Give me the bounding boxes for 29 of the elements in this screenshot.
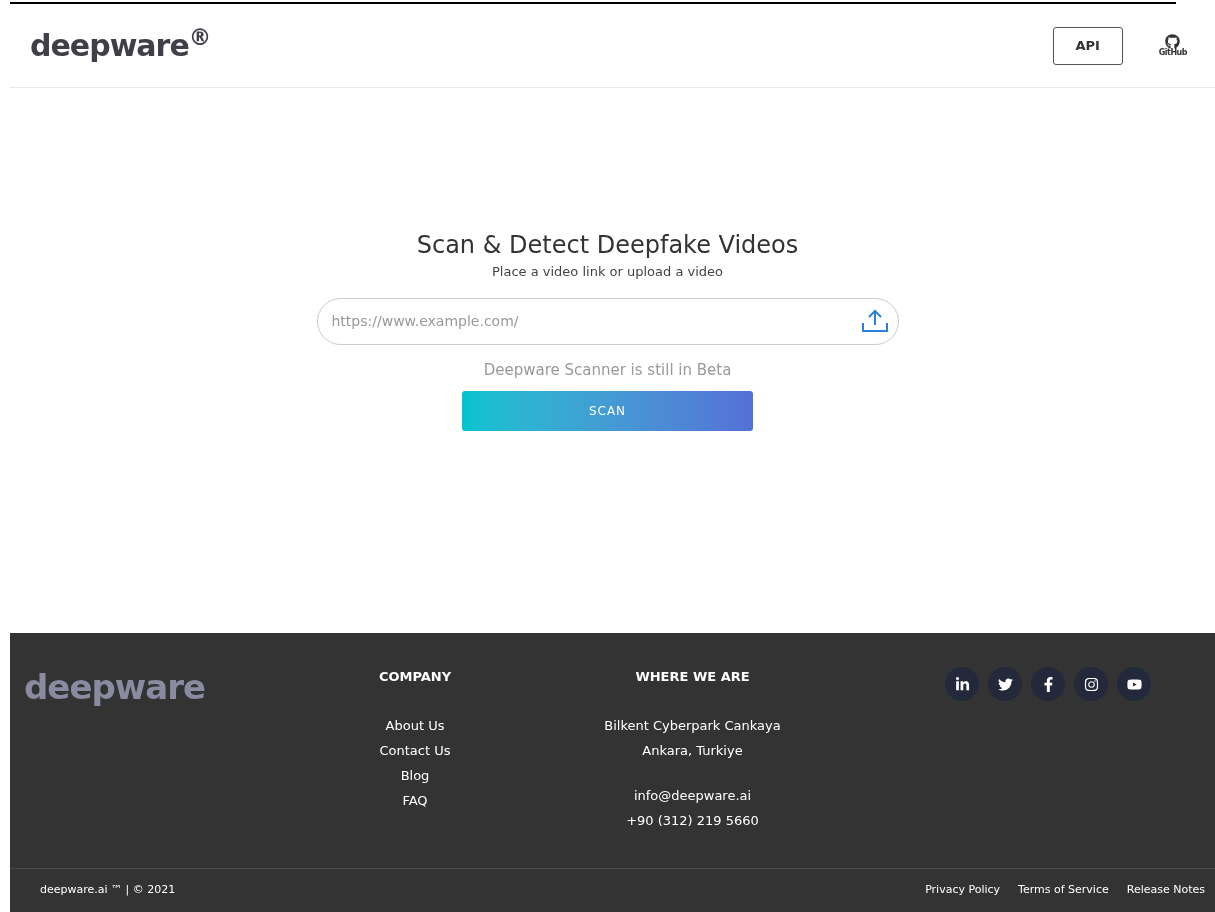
github-icon [1165,34,1181,49]
column-heading: WHERE WE ARE [635,668,750,686]
address-line: Ankara, Turkiye [642,742,743,760]
subtitle: Place a video link or upload a video [492,263,723,281]
footer-link[interactable]: Release Notes [1126,882,1205,899]
footer-link[interactable]: Contact Us [379,738,451,763]
footer-link[interactable]: About Us [385,713,445,738]
page-title: Scan & Detect Deepfake Videos [416,230,799,260]
camera-icon[interactable] [1074,667,1108,701]
contact-line: info@deepware.ai [633,787,752,805]
youtube-icon[interactable] [1117,667,1151,701]
url-field[interactable]: https://www.example.com/ [316,297,899,345]
contact-line: +90 (312) 219 5660 [626,812,759,830]
copyright: deepware.ai ™ | © 2021 [40,882,176,899]
address-line: Bilkent Cyberpark Cankaya [604,717,781,735]
footer-logo[interactable]: deepware [24,667,205,707]
facebook-icon[interactable] [1031,667,1065,701]
footer-link[interactable]: Blog [400,763,430,788]
logo[interactable]: deepware$^{®}$ [30,23,211,68]
footer-link[interactable]: FAQ [402,788,428,813]
column-heading: COMPANY [378,668,452,686]
upload-icon[interactable] [860,308,889,333]
footer-link[interactable]: Privacy Policy [925,882,1001,899]
github-link[interactable]: GitHub [1158,34,1187,57]
linkedin-icon[interactable] [945,667,979,701]
beta-note: Deepware Scanner is still in Beta [483,359,732,381]
footer-link[interactable]: Terms of Service [1018,882,1109,899]
api-button[interactable]: API [1052,26,1123,65]
bird-icon[interactable] [988,667,1022,701]
